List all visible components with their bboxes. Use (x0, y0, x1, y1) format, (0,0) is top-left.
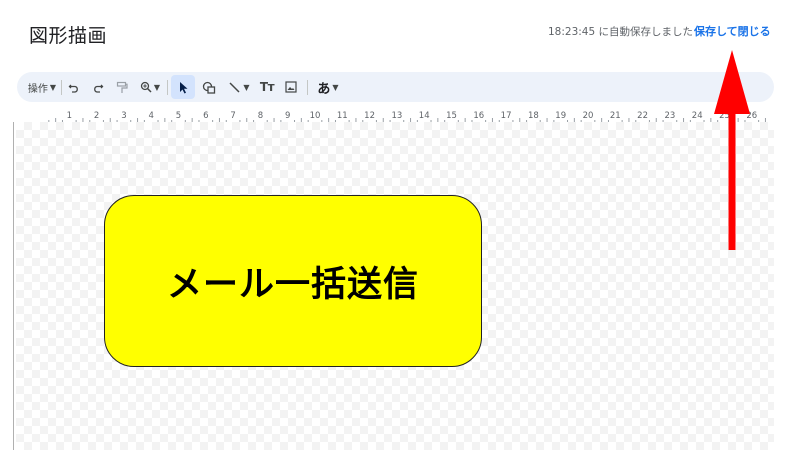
line-icon (229, 81, 240, 93)
ruler-label: 21 (610, 111, 621, 121)
paint-format-button[interactable] (113, 72, 131, 102)
ruler-label: 12 (364, 111, 375, 121)
ruler-label: 18 (528, 111, 539, 121)
ruler-label: 25 (719, 111, 730, 121)
ruler-label: 15 (446, 111, 457, 121)
ruler-label: 26 (746, 111, 757, 121)
ruler-label: 4 (148, 111, 153, 121)
ruler-label: 19 (555, 111, 566, 121)
toolbar-divider (61, 80, 62, 95)
ruler-label: 3 (121, 111, 126, 121)
autosave-status: 18:23:45 に自動保存しました (548, 26, 693, 38)
word-art-icon: あ (317, 81, 331, 97)
ruler-label: 20 (583, 111, 594, 121)
ruler-label: 24 (692, 111, 703, 121)
horizontal-ruler: 1 2 3 4 5 6 7 8 9 10 11 12 13 14 15 16 17 18 19 20 21 22 23 24 2… (16, 108, 774, 122)
page-title: 図形描画 (29, 25, 108, 47)
zoom-button[interactable]: ▼ (137, 72, 163, 102)
paint-format-icon (116, 81, 128, 93)
text-box-button[interactable]: Tт (257, 72, 277, 102)
ruler-label: 10 (310, 111, 321, 121)
chevron-down-icon: ▼ (243, 82, 250, 92)
undo-button[interactable] (65, 72, 83, 102)
vertical-ruler-line (13, 122, 14, 450)
line-button[interactable]: ▼ (223, 72, 255, 102)
redo-button[interactable] (89, 72, 107, 102)
ruler-label: 22 (637, 111, 648, 121)
toolbar-divider (307, 80, 308, 95)
zoom-icon (140, 81, 152, 93)
ruler-label: 5 (176, 111, 181, 121)
select-icon (179, 81, 187, 93)
ruler-label: 14 (419, 111, 430, 121)
redo-icon (94, 84, 104, 93)
ruler-label: 8 (258, 111, 263, 121)
image-icon (285, 81, 297, 93)
ruler-label: 16 (473, 111, 484, 121)
ruler-label: 9 (285, 111, 290, 121)
ruler-label: 11 (337, 111, 348, 121)
image-button[interactable] (281, 72, 301, 102)
toolbar-divider (167, 80, 168, 95)
ruler-label: 17 (501, 111, 512, 121)
text-box-icon: Tт (259, 80, 275, 94)
actions-menu[interactable]: 操作 ▼ (25, 72, 59, 102)
toolbar: 操作 ▼ ▼ ▼ Tт あ ▼ (17, 72, 774, 102)
shape-text[interactable]: メール一括送信 (167, 256, 419, 307)
ruler-label: 7 (230, 111, 235, 121)
undo-icon (68, 84, 78, 93)
chevron-down-icon: ▼ (153, 82, 161, 92)
shape-icon (202, 81, 216, 94)
word-art-button[interactable]: あ ▼ (313, 72, 343, 102)
chevron-down-icon: ▼ (49, 82, 57, 92)
ruler-label: 13 (391, 111, 402, 121)
ruler-label: 6 (203, 111, 208, 121)
rounded-rectangle-shape[interactable]: メール一括送信 (104, 195, 482, 367)
ruler-label: 2 (94, 111, 99, 121)
actions-menu-label: 操作 (27, 83, 48, 95)
chevron-down-icon: ▼ (332, 82, 339, 92)
shape-button[interactable] (199, 72, 219, 102)
ruler-label: 23 (664, 111, 675, 121)
ruler-ticks: 1 2 3 4 5 6 7 8 9 10 11 12 13 14 15 16 17 18 19 20 21 22 23 24 2… (48, 111, 766, 122)
save-close-button[interactable]: 保存して閉じる (694, 23, 771, 39)
ruler-label: 1 (67, 111, 72, 121)
select-button[interactable] (171, 75, 195, 99)
